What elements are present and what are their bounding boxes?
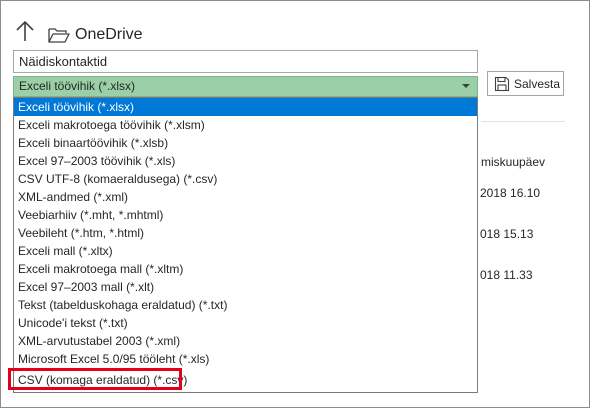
file-type-selected-label: Exceli töövihik (*.xlsx): [19, 79, 136, 93]
file-type-option[interactable]: Unicode'i tekst (*.txt): [14, 314, 477, 332]
date-column-header[interactable]: miskuupäev: [481, 155, 545, 169]
file-type-option[interactable]: Veebileht (*.htm, *.html): [14, 224, 477, 242]
save-button-label: Salvesta: [514, 76, 561, 91]
file-type-select[interactable]: Exceli töövihik (*.xlsx): [13, 76, 478, 97]
file-type-option[interactable]: Tekst (tabelduskohaga eraldatud) (*.txt): [14, 296, 477, 314]
file-type-option[interactable]: Exceli töövihik (*.xlsx): [14, 98, 477, 116]
file-type-option[interactable]: Veebiarhiiv (*.mht, *.mhtml): [14, 206, 477, 224]
file-date: 018 11.33: [480, 268, 533, 282]
file-type-option[interactable]: Excel 97–2003 mall (*.xlt): [14, 278, 477, 296]
file-type-option[interactable]: Exceli makrotoega mall (*.xltm): [14, 260, 477, 278]
file-type-dropdown: Exceli töövihik (*.xlsx) Exceli makrotoe…: [13, 97, 478, 393]
file-type-option[interactable]: XML-andmed (*.xml): [14, 188, 477, 206]
file-type-option[interactable]: Exceli binaartöövihik (*.xlsb): [14, 134, 477, 152]
save-icon: [494, 76, 510, 91]
up-arrow-icon[interactable]: [14, 19, 36, 43]
file-date: 2018 16.10: [480, 186, 541, 200]
location-label[interactable]: OneDrive: [75, 26, 143, 44]
file-type-option[interactable]: Excel 97–2003 töövihik (*.xls): [14, 152, 477, 170]
filename-input[interactable]: [13, 50, 478, 73]
folder-open-icon: [48, 28, 70, 43]
file-type-option-csv[interactable]: CSV (komaga eraldatud) (*.csv): [14, 371, 477, 389]
file-type-option[interactable]: CSV UTF-8 (komaeraldusega) (*.csv): [14, 170, 477, 188]
save-as-panel: OneDrive Exceli töövihik (*.xlsx) Salves…: [0, 0, 590, 408]
chevron-down-icon: [462, 84, 470, 88]
file-date: 018 15.13: [480, 227, 534, 241]
file-type-option[interactable]: XML-arvutustabel 2003 (*.xml): [14, 332, 477, 350]
file-type-option[interactable]: Exceli mall (*.xltx): [14, 242, 477, 260]
divider: [481, 121, 565, 122]
file-type-option[interactable]: Exceli makrotoega töövihik (*.xlsm): [14, 116, 477, 134]
save-button[interactable]: Salvesta: [487, 71, 564, 96]
file-type-option[interactable]: Microsoft Excel 5.0/95 tööleht (*.xls): [14, 350, 477, 368]
